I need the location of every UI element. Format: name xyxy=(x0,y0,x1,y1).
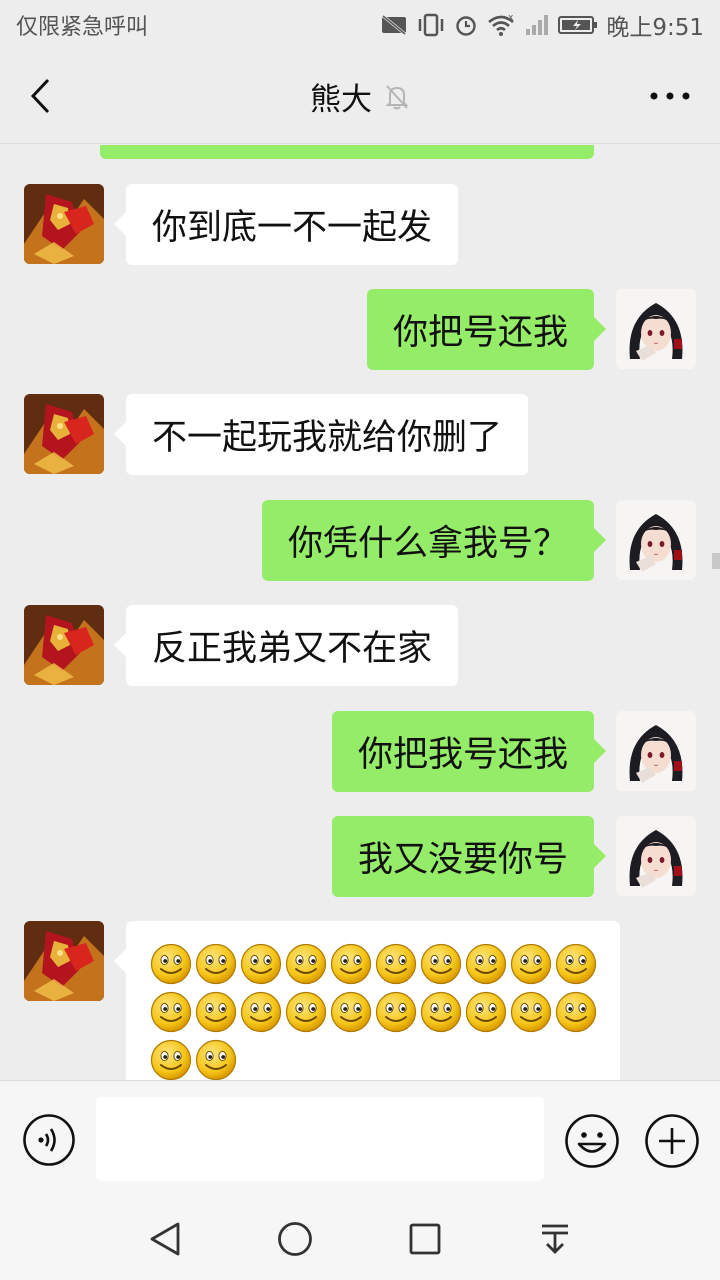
chat-area[interactable]: 你到底一不一起发 你把号还我 不一起玩我就给你删了 你凭什么拿我号？ 反正我弟又… xyxy=(0,145,720,1080)
emoji-button[interactable] xyxy=(564,1113,620,1169)
plus-icon xyxy=(645,1114,699,1168)
smile-emoji-icon xyxy=(375,991,417,1033)
smile-emoji-icon xyxy=(150,991,192,1033)
smile-emoji-icon xyxy=(555,943,597,985)
svg-text:x: x xyxy=(508,13,514,23)
smile-emoji-icon xyxy=(240,943,282,985)
smile-emoji-icon xyxy=(420,991,462,1033)
smile-emoji-icon xyxy=(465,943,507,985)
smile-emoji-icon xyxy=(195,943,237,985)
partial-outgoing-bubble[interactable] xyxy=(100,145,594,159)
back-triangle-icon xyxy=(150,1222,180,1256)
smile-emoji-icon xyxy=(150,943,192,985)
outgoing-message-bubble[interactable]: 你把我号还我 xyxy=(331,711,607,792)
voice-button[interactable] xyxy=(22,1113,76,1167)
nav-recents-button[interactable] xyxy=(395,1209,455,1269)
smile-emoji-icon xyxy=(330,943,372,985)
outgoing-message-bubble[interactable]: 我又没要你号 xyxy=(331,816,607,897)
navigation-bar xyxy=(0,1198,720,1280)
status-bar: 仅限紧急呼叫 x 晚上9:51 xyxy=(0,0,720,50)
my-avatar[interactable] xyxy=(616,289,696,369)
back-button[interactable] xyxy=(20,76,60,116)
vibrate-icon xyxy=(419,13,444,37)
incoming-message-bubble[interactable]: 你到底一不一起发 xyxy=(113,184,459,265)
smile-emoji-icon xyxy=(240,991,282,1033)
smile-emoji-icon xyxy=(420,943,462,985)
nav-back-button[interactable] xyxy=(135,1209,195,1269)
incoming-message-bubble[interactable]: 反正我弟又不在家 xyxy=(113,605,459,686)
smile-emoji-icon xyxy=(330,991,372,1033)
alarm-icon xyxy=(456,16,477,36)
contact-avatar[interactable] xyxy=(24,184,104,264)
more-dots-icon xyxy=(650,92,690,100)
incoming-message-bubble[interactable]: 不一起玩我就给你删了 xyxy=(113,394,529,475)
my-avatar[interactable] xyxy=(616,816,696,896)
outgoing-message-bubble[interactable]: 你把号还我 xyxy=(366,289,607,370)
voice-icon xyxy=(23,1114,75,1166)
smile-emoji-icon xyxy=(150,1039,192,1080)
message-input[interactable] xyxy=(96,1097,544,1181)
nav-notifications-button[interactable] xyxy=(525,1209,585,1269)
no-sim-icon xyxy=(382,14,407,36)
home-circle-icon xyxy=(278,1222,312,1256)
contact-avatar[interactable] xyxy=(24,394,104,474)
smile-emoji-icon xyxy=(465,991,507,1033)
smile-emoji-icon xyxy=(555,991,597,1033)
input-bar xyxy=(0,1080,720,1198)
status-time: 晚上9:51 xyxy=(606,15,704,41)
mute-bell-icon xyxy=(385,84,409,109)
smile-emoji-icon xyxy=(510,943,552,985)
signal-icon xyxy=(526,15,549,35)
contact-avatar[interactable] xyxy=(24,921,104,1001)
nav-home-button[interactable] xyxy=(265,1209,325,1269)
contact-avatar[interactable] xyxy=(24,605,104,685)
chat-header: 熊大 xyxy=(0,50,720,144)
smile-emoji-icon xyxy=(285,943,327,985)
battery-icon xyxy=(558,16,598,34)
outgoing-message-bubble[interactable]: 你凭什么拿我号？ xyxy=(261,500,607,581)
recents-square-icon xyxy=(409,1223,441,1255)
carrier-text: 仅限紧急呼叫 xyxy=(16,15,149,40)
my-avatar[interactable] xyxy=(616,711,696,791)
title-wrap: 熊大 xyxy=(310,74,410,119)
wifi-icon: x xyxy=(488,13,514,36)
status-icons: x 晚上9:51 xyxy=(380,8,704,42)
scrollbar-thumb[interactable] xyxy=(712,553,720,569)
emoji-grid xyxy=(150,943,600,1080)
smile-emoji-icon xyxy=(195,991,237,1033)
smile-emoji-icon xyxy=(195,1039,237,1080)
notification-down-icon xyxy=(542,1224,568,1254)
emoji-icon xyxy=(565,1114,619,1168)
my-avatar[interactable] xyxy=(616,500,696,580)
chat-title: 熊大 xyxy=(310,82,372,118)
back-arrow-icon xyxy=(30,78,50,114)
emoji-message-bubble[interactable] xyxy=(114,921,620,1080)
more-button[interactable] xyxy=(634,76,706,116)
smile-emoji-icon xyxy=(285,991,327,1033)
more-actions-button[interactable] xyxy=(644,1113,700,1169)
smile-emoji-icon xyxy=(510,991,552,1033)
smile-emoji-icon xyxy=(375,943,417,985)
